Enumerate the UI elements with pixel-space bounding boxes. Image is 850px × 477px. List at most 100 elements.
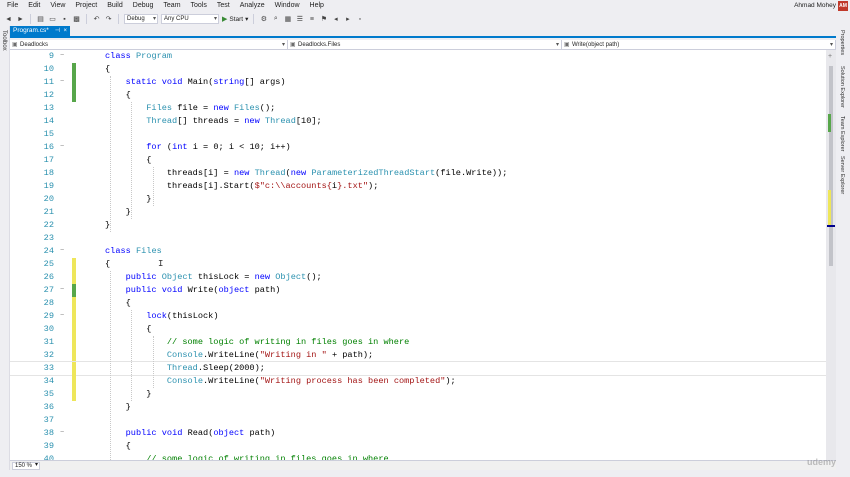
tab-program-cs[interactable]: Program.cs* ⊣ × xyxy=(10,26,70,36)
code-line[interactable]: 29 lock(thisLock) xyxy=(10,310,828,323)
code-line[interactable]: 32 Console.WriteLine("Writing in " + pat… xyxy=(10,349,828,362)
menu-item-build[interactable]: Build xyxy=(102,0,128,12)
code-line[interactable]: 11 static void Main(string[] args) xyxy=(10,76,828,89)
code-line[interactable]: 24 class Files xyxy=(10,245,828,258)
toolbox-strip: Toolbox xyxy=(0,26,10,477)
configuration-select[interactable]: Debug xyxy=(124,14,158,24)
line-number: 11 xyxy=(43,77,54,87)
code-line[interactable]: 21 } xyxy=(10,206,828,219)
open-file-icon[interactable]: ▭ xyxy=(48,15,57,24)
solution-explorer-tab[interactable]: Solution Explorer xyxy=(839,66,845,108)
code-line[interactable]: 39 { xyxy=(10,440,828,453)
code-text: class Files xyxy=(105,246,162,256)
save-icon[interactable]: ▪ xyxy=(60,15,69,24)
code-text: class Program xyxy=(105,51,173,61)
collapse-icon[interactable]: − xyxy=(60,50,64,63)
split-icon[interactable]: + xyxy=(828,53,832,60)
menu-item-debug[interactable]: Debug xyxy=(128,0,159,12)
toolbox-tab[interactable]: Toolbox xyxy=(1,30,7,51)
code-line[interactable]: 35 } xyxy=(10,388,828,401)
member-dropdown[interactable]: Write(object path) xyxy=(562,40,836,50)
menu-item-analyze[interactable]: Analyze xyxy=(235,0,270,12)
find-icon[interactable]: ⌕ xyxy=(271,15,280,24)
code-line[interactable]: 28 { xyxy=(10,297,828,310)
code-line[interactable]: 22} xyxy=(10,219,828,232)
undo-icon[interactable]: ↶ xyxy=(92,15,101,24)
menu-item-help[interactable]: Help xyxy=(305,0,329,12)
code-line[interactable]: 40 // some logic of writing in files goe… xyxy=(10,453,828,460)
properties-tab[interactable]: Properties xyxy=(839,30,845,55)
new-project-icon[interactable]: ▤ xyxy=(36,15,45,24)
collapse-icon[interactable]: − xyxy=(60,284,64,297)
code-line[interactable]: 17 { xyxy=(10,154,828,167)
code-line[interactable]: 27 public void Write(object path) xyxy=(10,284,828,297)
menu-item-edit[interactable]: Edit xyxy=(23,0,45,12)
class-dropdown[interactable]: Deadlocks.Files xyxy=(288,40,562,50)
user-name[interactable]: Ahmad Mohey xyxy=(794,0,836,12)
menu-item-tools[interactable]: Tools xyxy=(186,0,212,12)
code-line[interactable]: 9 class Program xyxy=(10,50,828,63)
toolbar: ◄ ► ▤ ▭ ▪ ▩ ↶ ↷ Debug Any CPU ▶ Start ▾ … xyxy=(0,12,850,26)
code-line[interactable]: 31 // some logic of writing in files goe… xyxy=(10,336,828,349)
clear-bookmarks-icon[interactable]: ▫ xyxy=(355,15,364,24)
close-icon[interactable]: × xyxy=(63,26,67,36)
line-number: 31 xyxy=(43,337,54,347)
prev-bookmark-icon[interactable]: ◂ xyxy=(331,15,340,24)
menu-item-team[interactable]: Team xyxy=(158,0,185,12)
code-line[interactable]: 16 for (int i = 0; i < 10; i++) xyxy=(10,141,828,154)
team-explorer-tab[interactable]: Team Explorer xyxy=(839,116,845,151)
code-line[interactable]: 13 Files file = new Files(); xyxy=(10,102,828,115)
code-line[interactable]: 25 { xyxy=(10,258,828,271)
code-line[interactable]: 37 xyxy=(10,414,828,427)
menu-item-view[interactable]: View xyxy=(45,0,70,12)
comment-icon[interactable]: ☰ xyxy=(295,15,304,24)
code-line[interactable]: 15 xyxy=(10,128,828,141)
pin-icon[interactable]: ⊣ xyxy=(55,26,60,36)
code-line[interactable]: 12 { xyxy=(10,89,828,102)
code-text: // some logic of writing in files goes i… xyxy=(146,454,389,460)
flag-icon[interactable]: ⚑ xyxy=(319,15,328,24)
collapse-icon[interactable]: − xyxy=(60,141,64,154)
next-bookmark-icon[interactable]: ▸ xyxy=(343,15,352,24)
forward-icon[interactable]: ► xyxy=(16,15,25,24)
scrollbar-thumb[interactable] xyxy=(829,66,833,266)
code-editor[interactable]: 9 class Program 10 {11 static void Main(str… xyxy=(10,50,828,460)
server-explorer-tab[interactable]: Server Explorer xyxy=(839,156,845,194)
line-number: 32 xyxy=(43,350,54,360)
menu-item-file[interactable]: File xyxy=(2,0,23,12)
code-line[interactable]: 38 public void Read(object path) xyxy=(10,427,828,440)
redo-icon[interactable]: ↷ xyxy=(104,15,113,24)
save-all-icon[interactable]: ▩ xyxy=(72,15,81,24)
start-button[interactable]: ▶ Start ▾ xyxy=(222,15,248,24)
code-line[interactable]: 23 xyxy=(10,232,828,245)
vertical-scrollbar[interactable]: + xyxy=(826,50,836,460)
bookmark-icon[interactable]: ▦ xyxy=(283,15,292,24)
code-line-current[interactable]: 33 Thread.Sleep(2000); xyxy=(10,361,828,376)
code-line[interactable]: 30 { xyxy=(10,323,828,336)
code-line[interactable]: 36 } xyxy=(10,401,828,414)
menu-item-window[interactable]: Window xyxy=(270,0,305,12)
uncomment-icon[interactable]: ≡ xyxy=(307,15,316,24)
code-line[interactable]: 26 public Object thisLock = new Object()… xyxy=(10,271,828,284)
collapse-icon[interactable]: − xyxy=(60,310,64,323)
collapse-icon[interactable]: − xyxy=(60,76,64,89)
collapse-icon[interactable]: − xyxy=(60,427,64,440)
code-line[interactable]: 34 Console.WriteLine("Writing process ha… xyxy=(10,375,828,388)
back-icon[interactable]: ◄ xyxy=(4,15,13,24)
menu-item-test[interactable]: Test xyxy=(212,0,235,12)
menu-item-project[interactable]: Project xyxy=(70,0,102,12)
code-text: Thread.Sleep(2000); xyxy=(166,363,265,373)
zoom-select[interactable]: 150 % xyxy=(12,462,40,470)
collapse-icon[interactable]: − xyxy=(60,245,64,258)
code-line[interactable]: 10 { xyxy=(10,63,828,76)
line-number: 20 xyxy=(43,194,54,204)
code-line[interactable]: 20 } xyxy=(10,193,828,206)
code-line[interactable]: 18 threads[i] = new Thread(new Parameter… xyxy=(10,167,828,180)
platform-select[interactable]: Any CPU xyxy=(161,14,219,24)
project-dropdown[interactable]: Deadlocks xyxy=(10,40,288,50)
code-line[interactable]: 14 Thread[] threads = new Thread[10]; xyxy=(10,115,828,128)
avatar[interactable]: AM xyxy=(838,1,848,11)
code-text: lock(thisLock) xyxy=(146,311,219,321)
code-line[interactable]: 19 threads[i].Start($"c:\\accounts{i}.tx… xyxy=(10,180,828,193)
browser-link-icon[interactable]: ⚙ xyxy=(259,15,268,24)
